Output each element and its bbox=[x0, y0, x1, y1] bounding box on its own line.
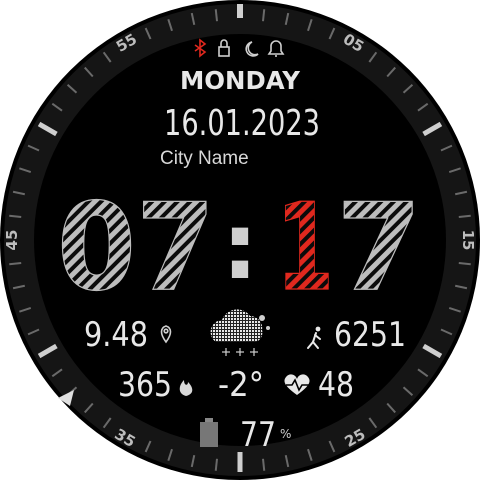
battery-value: 77 bbox=[240, 415, 276, 455]
minor-tick bbox=[262, 9, 266, 22]
twelve-marker bbox=[237, 4, 243, 18]
minor-tick bbox=[9, 262, 22, 266]
city-name: City Name bbox=[160, 148, 249, 169]
watch-face: 05 15 25 35 45 55 MONDAY 16.01.2023 City… bbox=[0, 0, 480, 480]
bezel-label-15: 15 bbox=[459, 230, 477, 251]
time-minute-tens: 1 bbox=[276, 179, 334, 318]
minor-tick bbox=[214, 458, 218, 471]
heart-rate-value: 48 bbox=[318, 365, 354, 405]
minor-tick bbox=[458, 262, 471, 266]
minor-tick bbox=[9, 214, 22, 218]
minor-tick bbox=[214, 9, 218, 22]
steps-value: 6251 bbox=[334, 315, 406, 355]
time-hour: 07 bbox=[57, 179, 215, 318]
minor-tick bbox=[458, 214, 471, 218]
battery-unit: % bbox=[280, 427, 291, 441]
battery-icon bbox=[200, 418, 218, 447]
time-minute-ones: 7 bbox=[336, 179, 422, 318]
day-of-week: MONDAY bbox=[180, 66, 301, 95]
minor-tick bbox=[262, 458, 266, 471]
time-display: 07 : 1 7 bbox=[56, 178, 422, 318]
calories-value: 365 bbox=[118, 365, 172, 405]
temperature-value: -2° bbox=[218, 365, 264, 405]
bezel-label-45: 45 bbox=[3, 230, 21, 251]
distance-value: 9.48 bbox=[84, 315, 148, 355]
time-separator: : bbox=[222, 193, 259, 300]
date: 16.01.2023 bbox=[164, 103, 320, 144]
